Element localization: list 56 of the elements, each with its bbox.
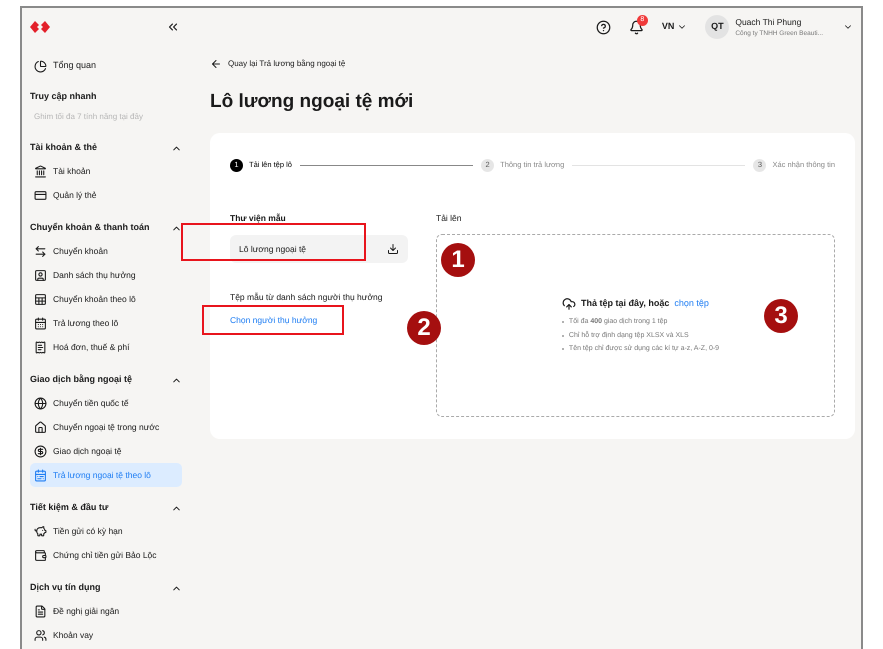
sidebar-item[interactable]: Trả lương theo lô (30, 311, 182, 335)
contact-card-icon (34, 268, 47, 282)
section-title: Truy cập nhanh (30, 90, 98, 104)
beneficiary-link[interactable]: Chọn người thụ hưởng (230, 314, 408, 327)
sidebar-item[interactable]: Quản lý thẻ (30, 183, 182, 207)
section-header[interactable]: Giao dịch bằng ngoại tệ (30, 369, 182, 391)
sidebar-item[interactable]: Khoản vay (30, 623, 182, 647)
section-header[interactable]: Tài khoản & thẻ (30, 137, 182, 159)
sidebar-item[interactable]: Chuyển ngoại tệ trong nước (30, 415, 182, 439)
section-label: Thư viện mẫu (230, 212, 287, 224)
sidebar-item[interactable]: Chuyển khoản (30, 239, 182, 263)
sidebar-item[interactable]: Tài khoản (30, 159, 182, 183)
coin-icon (34, 444, 47, 458)
wallet-icon (34, 548, 47, 562)
sidebar-item[interactable]: Chuyển tiền quốc tế (30, 391, 182, 415)
drop-text: Thả tệp tại đây, hoặc (581, 297, 670, 310)
people-icon (34, 628, 47, 642)
cloud-upload-icon (562, 297, 576, 311)
section-header[interactable]: Tiết kiệm & đầu tư (30, 497, 182, 519)
sidebar-item[interactable]: Hoá đơn, thuế & phí (30, 335, 182, 359)
sidebar-item[interactable]: Chuyển khoản theo lô (30, 287, 182, 311)
section-label: Tệp mẫu từ danh sách người thụ hưởng (230, 291, 384, 304)
download-icon[interactable] (387, 243, 399, 256)
calendar-icon (34, 468, 47, 482)
pie-chart-icon (34, 60, 47, 72)
globe-icon (34, 396, 47, 410)
template-select[interactable]: Lô lương ngoại tệ (230, 235, 408, 264)
calendar-icon (34, 316, 47, 330)
avatar[interactable]: QT (705, 15, 730, 39)
piggy-bank-icon (34, 524, 47, 538)
card-icon (34, 188, 47, 202)
bank-icon (34, 164, 47, 178)
back-link[interactable]: Quay lại Trả lương bằng ngoại tệ (210, 58, 855, 70)
document-icon (34, 604, 47, 618)
section-label: Tải lên (436, 212, 463, 224)
receipt-icon (34, 340, 47, 354)
page-title: Lô lương ngoại tệ mới (210, 90, 414, 114)
arrows-icon (34, 244, 47, 258)
bell-icon[interactable] (628, 20, 644, 34)
sidebar-item[interactable]: Đề nghị giải ngân (30, 599, 182, 623)
user-name: Quach Thi Phung (735, 16, 802, 28)
section-header[interactable]: Dịch vụ tín dụng (30, 577, 182, 599)
sidebar-item[interactable]: Tổng quan (30, 54, 182, 78)
arrow-left-icon (210, 58, 222, 70)
sidebar-item[interactable]: Giao dịch ngoại tệ (30, 439, 182, 463)
logo-icon (30, 21, 50, 33)
sidebar-item[interactable]: Tiền gửi có kỳ hạn (30, 519, 182, 543)
hint-text: Ghim tối đa 7 tính năng tại đây (33, 111, 144, 123)
house-icon (34, 420, 47, 434)
sidebar-item[interactable]: Chứng chỉ tiền gửi Bảo Lộc (30, 543, 182, 567)
section-header[interactable]: Chuyển khoản & thanh toán (30, 217, 182, 239)
help-icon[interactable] (596, 20, 611, 34)
table-icon (34, 292, 47, 306)
language-selector[interactable]: VN (662, 20, 688, 34)
choose-file-link[interactable]: chọn tệp (674, 297, 709, 311)
sidebar-item[interactable]: Danh sách thụ hưởng (30, 263, 182, 287)
